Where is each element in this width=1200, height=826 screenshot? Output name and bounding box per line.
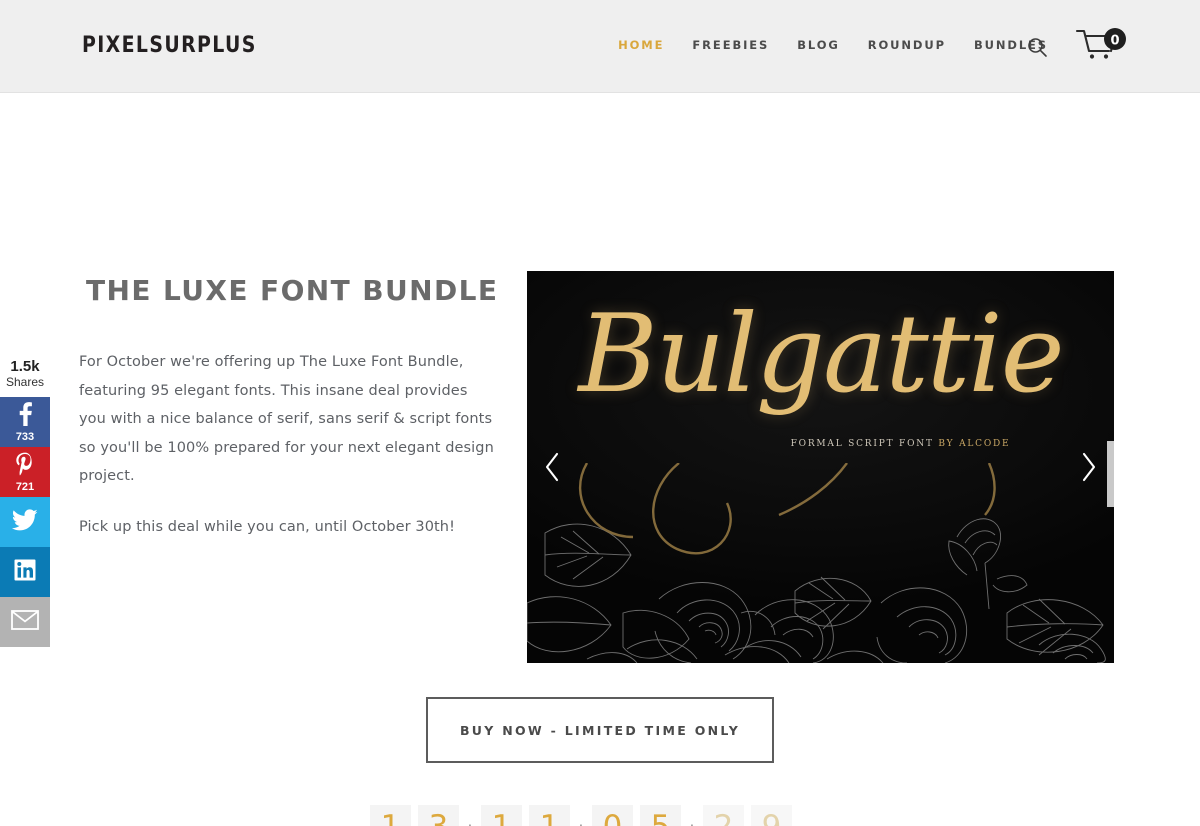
nav-item-freebies[interactable]: FREEBIES	[692, 38, 769, 52]
product-image-slider[interactable]: Bulgattie FORMAL SCRIPT FONT BY ALCODE	[527, 271, 1114, 663]
site-header: PIXELSURPLUS HOME FREEBIES BLOG ROUNDUP …	[0, 0, 1200, 93]
nav-item-home[interactable]: HOME	[618, 38, 664, 52]
chevron-right-icon	[1082, 452, 1096, 482]
share-count-pinterest: 721	[15, 480, 35, 493]
main-content: 1.5k Shares 733 721 THE LUXE FONT BUNDLE…	[0, 93, 1200, 826]
page-title: THE LUXE FONT BUNDLE	[86, 274, 499, 307]
share-total-label: Shares	[5, 375, 45, 389]
pinterest-icon	[15, 452, 35, 480]
countdown-hours-ones: 1	[529, 805, 570, 826]
site-logo[interactable]: PIXELSURPLUS	[82, 33, 257, 58]
countdown-days-ones: 3	[418, 805, 459, 826]
countdown-digits-seconds: 2 9	[703, 805, 792, 826]
share-button-facebook[interactable]: 733	[0, 397, 50, 447]
chevron-left-icon	[545, 452, 559, 482]
slide-subtitle: FORMAL SCRIPT FONT BY ALCODE	[527, 439, 1114, 449]
countdown-unit-minutes: 0 5 Minutes	[592, 805, 681, 826]
slide-subtitle-byline: BY ALCODE	[938, 439, 1011, 449]
slide-subtitle-prefix: FORMAL SCRIPT FONT	[790, 439, 939, 449]
countdown-timer: 1 3 Days : 1 1 Hours : 0 5 Minutes : 2	[370, 805, 792, 826]
buy-now-button[interactable]: BUY NOW - LIMITED TIME ONLY	[426, 697, 774, 763]
countdown-hours-tens: 1	[481, 805, 522, 826]
countdown-separator-1: :	[459, 805, 481, 826]
countdown-separator-2: :	[570, 805, 592, 826]
countdown-digits-minutes: 0 5	[592, 805, 681, 826]
main-navigation: HOME FREEBIES BLOG ROUNDUP BUNDLES	[618, 38, 1048, 52]
linkedin-icon	[13, 558, 37, 586]
cart-count-badge: 0	[1110, 34, 1119, 49]
slider-scrollbar[interactable]	[1107, 271, 1114, 663]
countdown-seconds-tens: 2	[703, 805, 744, 826]
social-share-rail: 1.5k Shares 733 721	[0, 358, 50, 647]
slider-scrollbar-thumb[interactable]	[1107, 441, 1114, 507]
nav-item-blog[interactable]: BLOG	[797, 38, 840, 52]
promo-paragraph-2: Pick up this deal while you can, until O…	[79, 518, 456, 535]
share-count-facebook: 733	[15, 430, 35, 443]
countdown-separator-3: :	[681, 805, 703, 826]
countdown-days-tens: 1	[370, 805, 411, 826]
share-total: 1.5k Shares	[0, 358, 50, 397]
promo-description: For October we're offering up The Luxe F…	[79, 348, 494, 541]
share-button-pinterest[interactable]: 721	[0, 447, 50, 497]
countdown-unit-seconds: 2 9 Seconds	[703, 805, 792, 826]
countdown-minutes-tens: 0	[592, 805, 633, 826]
rose-line-art-decoration	[527, 463, 1106, 663]
share-total-count: 1.5k	[10, 358, 40, 375]
share-button-email[interactable]	[0, 597, 50, 647]
countdown-digits-hours: 1 1	[481, 805, 570, 826]
envelope-icon	[11, 609, 39, 634]
cart-icon[interactable]: 0	[1075, 27, 1127, 67]
share-button-twitter[interactable]	[0, 497, 50, 547]
slider-next-button[interactable]	[1072, 444, 1106, 490]
facebook-icon	[18, 401, 33, 430]
countdown-seconds-ones: 9	[751, 805, 792, 826]
twitter-icon	[11, 508, 38, 535]
share-button-linkedin[interactable]	[0, 547, 50, 597]
nav-item-roundup[interactable]: ROUNDUP	[868, 38, 946, 52]
search-icon[interactable]	[1026, 36, 1048, 58]
slider-prev-button[interactable]	[535, 444, 569, 490]
countdown-unit-hours: 1 1 Hours	[481, 805, 570, 826]
countdown-unit-days: 1 3 Days	[370, 805, 459, 826]
countdown-digits-days: 1 3	[370, 805, 459, 826]
promo-paragraph-1: For October we're offering up The Luxe F…	[79, 354, 494, 484]
buy-now-button-label: BUY NOW - LIMITED TIME ONLY	[459, 722, 741, 738]
countdown-minutes-ones: 5	[640, 805, 681, 826]
